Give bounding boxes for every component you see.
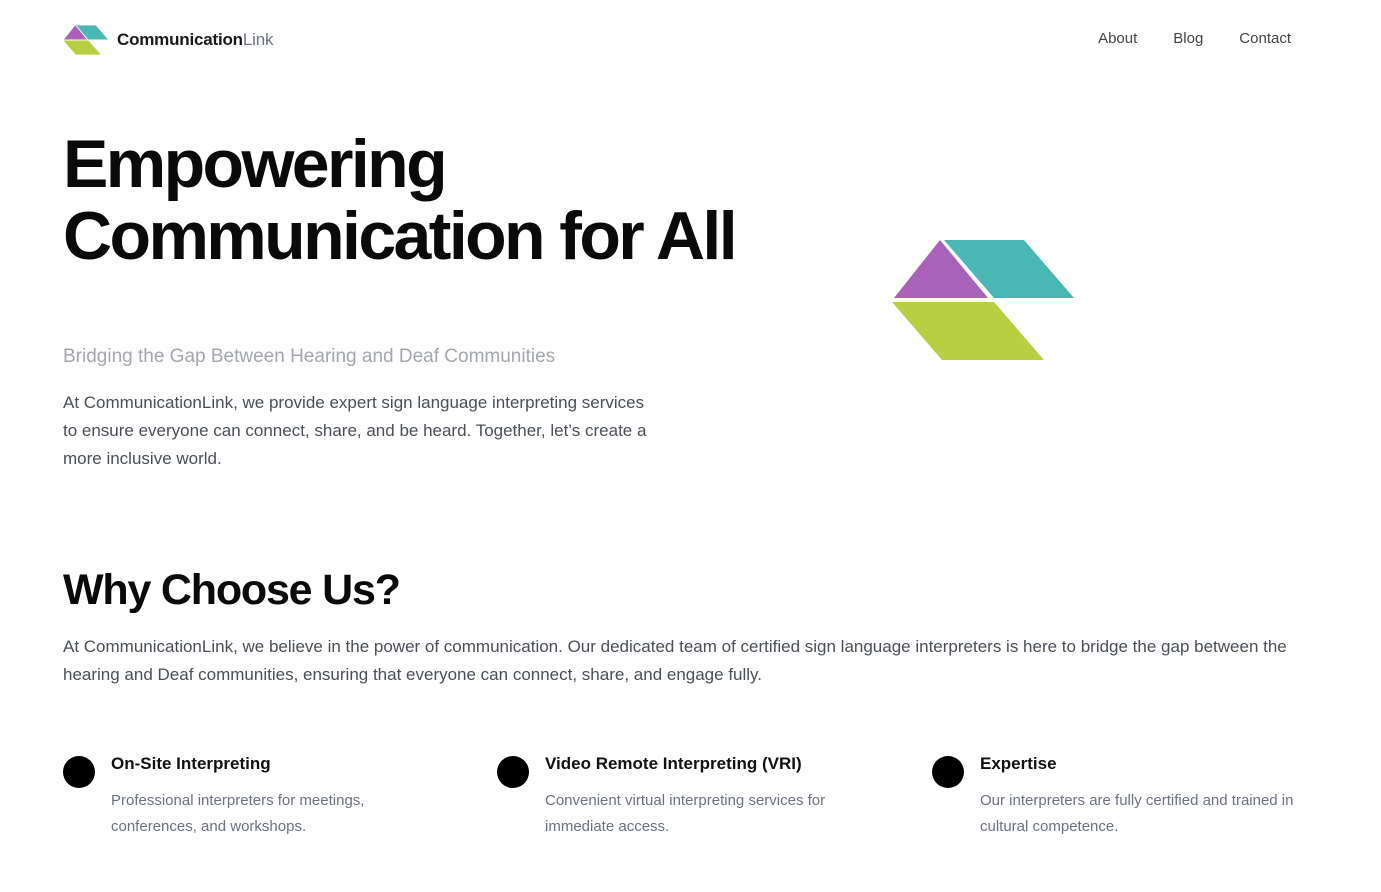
hero-subtitle: Bridging the Gap Between Hearing and Dea… — [63, 346, 556, 367]
why-choose-us-title: Why Choose Us? — [63, 566, 401, 614]
logo-text-light: Link — [242, 30, 274, 49]
feature-description: Our interpreters are fully certified and… — [980, 792, 1294, 835]
logo-mark-icon — [63, 25, 109, 55]
site-header: CommunicationLink About Blog Contact — [63, 22, 1291, 58]
feature-title: Video Remote Interpreting (VRI) — [545, 754, 802, 773]
logo[interactable]: CommunicationLink — [63, 24, 273, 56]
main-nav: About Blog Contact — [1098, 30, 1291, 47]
feature-description: Professional interpreters for meetings, … — [111, 792, 365, 835]
hero-logo-illustration-icon — [892, 240, 1074, 360]
nav-contact-link[interactable]: Contact — [1239, 30, 1291, 47]
feature-description: Convenient virtual interpreting services… — [545, 792, 826, 835]
feature-bullet-icon — [932, 756, 964, 788]
why-choose-us-text: At CommunicationLink, we believe in the … — [63, 637, 1287, 684]
logo-text: CommunicationLink — [117, 30, 273, 50]
feature-bullet-icon — [63, 756, 95, 788]
feature-title: Expertise — [980, 754, 1057, 773]
feature-bullet-icon — [497, 756, 529, 788]
logo-text-bold: Communication — [117, 30, 243, 49]
hero-title: Empowering Communication for All — [63, 126, 738, 274]
feature-title: On-Site Interpreting — [111, 754, 271, 773]
hero-description: At CommunicationLink, we provide expert … — [63, 393, 647, 468]
nav-about-link[interactable]: About — [1098, 30, 1137, 47]
nav-blog-link[interactable]: Blog — [1173, 30, 1203, 47]
